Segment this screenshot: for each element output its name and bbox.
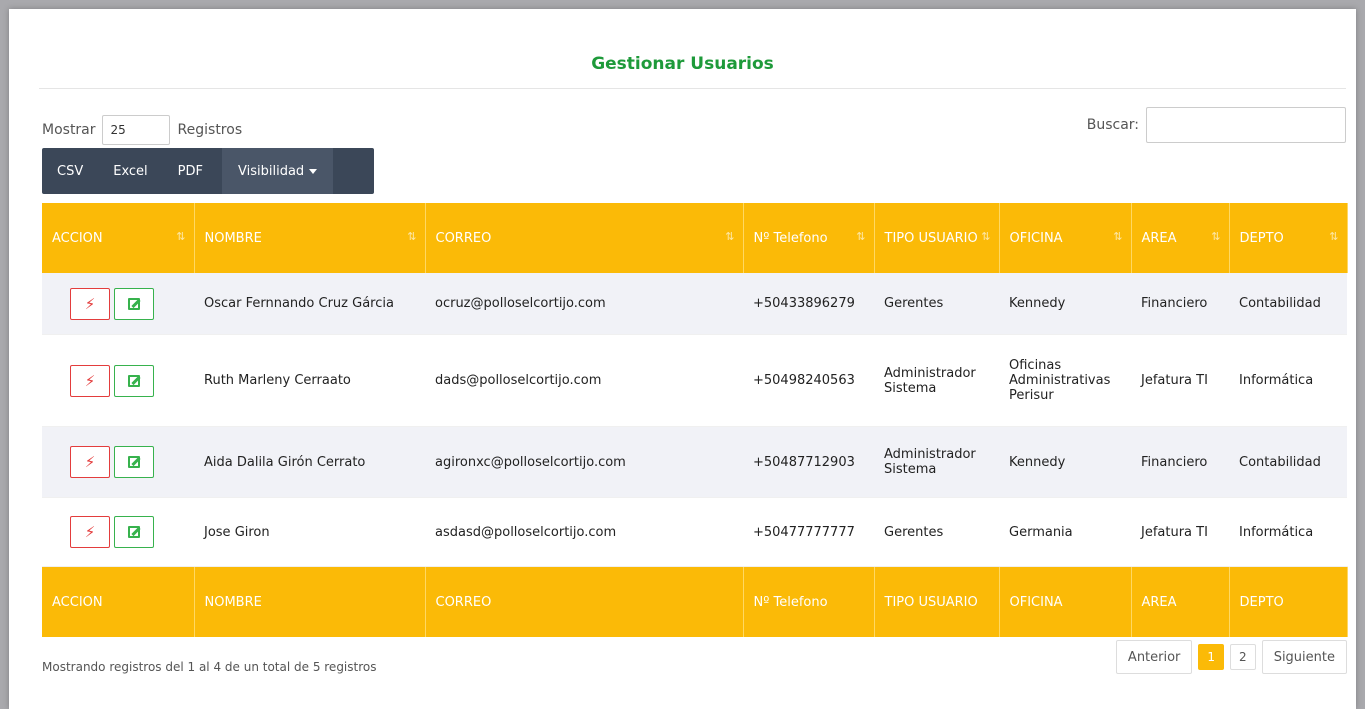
- cell-telefono: +50498240563: [743, 334, 874, 427]
- sort-icon: ⇅: [1329, 230, 1339, 243]
- visibility-label: Visibilidad: [238, 163, 305, 179]
- users-panel: Gestionar Usuarios Mostrar 25 Registros …: [9, 9, 1356, 709]
- column-header-depto[interactable]: DEPTO ⇅: [1229, 203, 1348, 273]
- column-header-accion[interactable]: ACCION ⇅: [42, 203, 195, 273]
- page-1-button[interactable]: 1: [1198, 644, 1225, 670]
- users-table: ACCION ⇅ NOMBRE ⇅ CORREO ⇅ Nº Telefono ⇅ TIP…: [42, 203, 1348, 637]
- search-area: Buscar:: [1087, 107, 1346, 143]
- edit-icon[interactable]: [114, 287, 154, 320]
- cell-telefono: +50487712903: [743, 426, 874, 498]
- cell-correo: dads@polloselcortijo.com: [425, 334, 743, 427]
- sort-icon: ⇅: [407, 230, 417, 243]
- records-length-control: Mostrar 25 Registros: [42, 115, 242, 145]
- footer-tipo: TIPO USUARIO: [874, 566, 1000, 637]
- column-header-telefono[interactable]: Nº Telefono ⇅: [743, 203, 875, 273]
- column-header-correo[interactable]: CORREO ⇅: [425, 203, 744, 273]
- footer-oficina: OFICINA: [999, 566, 1132, 637]
- cell-depto: Informática: [1229, 497, 1347, 567]
- sort-icon: ⇅: [176, 230, 186, 243]
- cell-tipo: Administrador Sistema: [874, 426, 999, 498]
- prev-page-button[interactable]: Anterior: [1115, 640, 1193, 674]
- edit-icon[interactable]: [114, 446, 154, 478]
- cell-telefono: +50477777777: [743, 497, 874, 567]
- footer-area: AREA: [1131, 566, 1230, 637]
- action-cell: ⚡: [42, 497, 194, 567]
- cell-area: Financiero: [1131, 273, 1229, 335]
- cell-nombre: Ruth Marleny Cerraato: [194, 334, 425, 427]
- column-header-oficina[interactable]: OFICINA ⇅: [999, 203, 1132, 273]
- cell-depto: Contabilidad: [1229, 273, 1347, 335]
- cell-nombre: Oscar Fernnando Cruz Gárcia: [194, 273, 425, 335]
- page-title: Gestionar Usuarios: [591, 54, 774, 74]
- records-per-page-select[interactable]: 25: [101, 115, 170, 145]
- visibility-dropdown-button[interactable]: Visibilidad: [222, 148, 334, 194]
- table-row: ⚡ Oscar Fernnando Cruz Gárcia ocruz@poll…: [42, 273, 1347, 335]
- length-prefix: Mostrar: [42, 122, 96, 138]
- page-2-button[interactable]: 2: [1230, 644, 1256, 670]
- cell-depto: Contabilidad: [1229, 426, 1347, 498]
- title-divider: [39, 88, 1346, 89]
- column-header-nombre[interactable]: NOMBRE ⇅: [194, 203, 426, 273]
- footer-row: ACCION NOMBRE CORREO Nº Telefono TIPO US…: [42, 566, 1348, 637]
- sort-icon: ⇅: [725, 230, 735, 243]
- power-plug-icon[interactable]: ⚡: [70, 516, 110, 548]
- column-header-tipo[interactable]: TIPO USUARIO ⇅: [874, 203, 1000, 273]
- cell-correo: agironxc@polloselcortijo.com: [425, 426, 743, 498]
- cell-oficina: Oficinas Administrativas Perisur: [999, 334, 1131, 427]
- search-label: Buscar:: [1086, 117, 1139, 133]
- footer-depto: DEPTO: [1229, 566, 1348, 637]
- footer-accion: ACCION: [42, 566, 195, 637]
- caret-down-icon: [309, 168, 318, 174]
- action-cell: ⚡: [42, 273, 194, 335]
- table-row: ⚡ Ruth Marleny Cerraato dads@polloselcor…: [42, 334, 1347, 427]
- cell-oficina: Kennedy: [999, 273, 1131, 335]
- cell-correo: asdasd@polloselcortijo.com: [425, 497, 743, 567]
- action-cell: ⚡: [42, 426, 194, 498]
- sort-icon: ⇅: [856, 230, 866, 243]
- length-suffix: Registros: [177, 122, 243, 138]
- next-page-button[interactable]: Siguiente: [1261, 640, 1347, 674]
- export-toolbar: CSV Excel PDF Visibilidad: [42, 148, 374, 194]
- edit-icon[interactable]: [114, 364, 154, 397]
- footer-nombre: NOMBRE: [194, 566, 426, 637]
- power-plug-icon[interactable]: ⚡: [70, 364, 110, 397]
- pdf-button[interactable]: PDF: [163, 148, 218, 194]
- table-row: ⚡ Aida Dalila Girón Cerrato agironxc@pol…: [42, 426, 1347, 498]
- footer-correo: CORREO: [425, 566, 744, 637]
- sort-icon: ⇅: [981, 230, 991, 243]
- cell-nombre: Aida Dalila Girón Cerrato: [194, 426, 425, 498]
- cell-depto: Informática: [1229, 334, 1347, 427]
- power-plug-icon[interactable]: ⚡: [70, 446, 110, 478]
- excel-button[interactable]: Excel: [98, 148, 162, 194]
- cell-area: Financiero: [1131, 426, 1229, 498]
- pagination: Anterior 1 2 Siguiente: [1115, 640, 1347, 674]
- table-row: ⚡ Jose Giron asdasd@polloselcortijo.com …: [42, 497, 1347, 567]
- table-info: Mostrando registros del 1 al 4 de un tot…: [42, 660, 377, 674]
- search-input[interactable]: [1146, 107, 1346, 143]
- cell-oficina: Germania: [999, 497, 1131, 567]
- power-plug-icon[interactable]: ⚡: [70, 287, 110, 320]
- edit-icon[interactable]: [114, 516, 154, 548]
- sort-icon: ⇅: [1113, 230, 1123, 243]
- cell-area: Jefatura TI: [1131, 334, 1229, 427]
- column-header-area[interactable]: AREA ⇅: [1131, 203, 1230, 273]
- cell-oficina: Kennedy: [999, 426, 1131, 498]
- cell-nombre: Jose Giron: [194, 497, 425, 567]
- header-row: ACCION ⇅ NOMBRE ⇅ CORREO ⇅ Nº Telefono ⇅ TIP…: [42, 203, 1348, 273]
- action-cell: ⚡: [42, 334, 194, 427]
- footer-telefono: Nº Telefono: [743, 566, 875, 637]
- cell-tipo: Gerentes: [874, 497, 999, 567]
- cell-correo: ocruz@polloselcortijo.com: [425, 273, 743, 335]
- cell-tipo: Gerentes: [874, 273, 999, 335]
- cell-telefono: +50433896279: [743, 273, 874, 335]
- csv-button[interactable]: CSV: [42, 148, 98, 194]
- cell-tipo: Administrador Sistema: [874, 334, 999, 427]
- cell-area: Jefatura TI: [1131, 497, 1229, 567]
- sort-icon: ⇅: [1211, 230, 1221, 243]
